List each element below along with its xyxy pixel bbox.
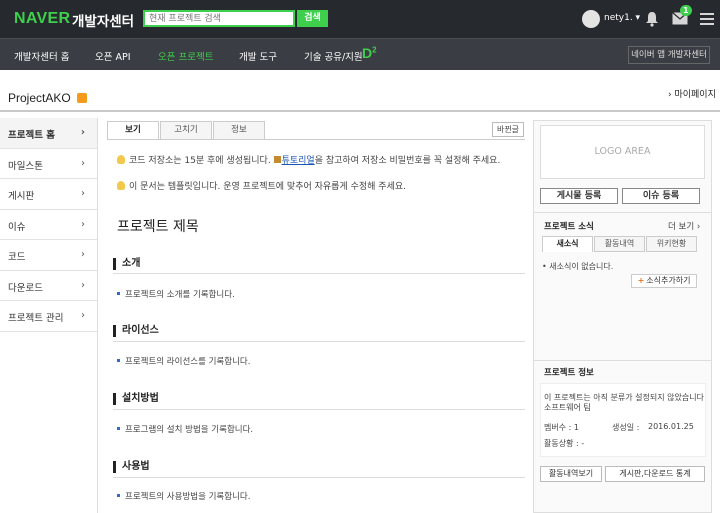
project-info-description: 이 프로젝트는 아직 분류가 설정되지 않았습니다 소프트웨어 팀	[544, 393, 704, 412]
section-heading-install: 설치방법	[113, 393, 159, 405]
search-input[interactable]	[143, 10, 295, 27]
tab-wiki-status[interactable]: 위키현황	[646, 236, 697, 252]
tab-news[interactable]: 새소식	[542, 236, 593, 252]
d2-logo[interactable]: D2	[362, 45, 377, 61]
sidebar-item-milestone[interactable]: 마일스톤 ›	[0, 149, 97, 179]
bell-icon[interactable]	[645, 11, 659, 27]
nav-open-api[interactable]: 오픈 API	[95, 49, 131, 63]
project-news-heading: 프로젝트 소식	[544, 222, 594, 232]
username-menu[interactable]: nety1. ▾	[604, 13, 640, 23]
add-news-button[interactable]: + 소식추가하기	[631, 274, 697, 288]
tutorial-icon	[273, 156, 281, 163]
section-heading-license: 라이선스	[113, 325, 159, 337]
section-heading-intro: 소개	[113, 258, 140, 270]
sidebar-item-label: 게시판	[8, 191, 35, 202]
tab-info[interactable]: 정보	[213, 121, 265, 139]
panel-divider	[534, 212, 711, 213]
notice-text: 이 문서는 템플릿입니다. 운영 프로젝트에 맞추어 자유롭게 수정해 주세요.	[129, 182, 407, 192]
no-news-text: • 새소식이 없습니다.	[542, 262, 614, 271]
sidebar-item-label: 다운로드	[8, 282, 43, 294]
mypage-label: 마이페이지	[674, 90, 716, 100]
project-title[interactable]: ProjectAKO	[8, 91, 71, 105]
sidebar-item-code[interactable]: 코드 ›	[0, 240, 97, 271]
developers-center-logo[interactable]: 개발자센터	[72, 10, 134, 30]
panel-divider	[534, 360, 711, 361]
section-divider	[113, 477, 525, 478]
sidebar-item-project-home[interactable]: 프로젝트 홈 ›	[0, 118, 97, 149]
top-bar: NAVER 개발자센터 검색 nety1. ▾ 1	[0, 0, 720, 38]
section-body-license: 프로젝트의 라이선스를 기록합니다.	[117, 355, 250, 367]
sidebar-item-project-admin[interactable]: 프로젝트 관리 ›	[0, 301, 97, 332]
section-divider	[113, 273, 525, 274]
lightbulb-icon	[117, 181, 125, 190]
more-news-label: 더 보기	[668, 222, 695, 232]
sidebar-item-label: 이슈	[8, 221, 26, 233]
username-label: nety1.	[604, 13, 633, 23]
plus-icon: +	[637, 276, 645, 285]
main-nav: 개발자센터 홈 오픈 API 오픈 프로젝트 개발 도구 기술 공유/지원 D2…	[0, 38, 720, 70]
nav-open-project[interactable]: 오픈 프로젝트	[158, 49, 213, 63]
sidebar-item-board[interactable]: 게시판 ›	[0, 179, 97, 210]
created-label: 생성일 :	[612, 423, 640, 432]
project-sidebar: 프로젝트 홈 › 마일스톤 › 게시판 › 이슈 › 코드 › 다운로드 › 프로젝트 관리…	[0, 118, 98, 513]
chevron-right-icon: ›	[80, 127, 85, 138]
section-body-install: 프로그램의 설치 방법을 기록합니다.	[117, 423, 253, 435]
notice-text: 코드 저장소는 15분 후에 생성됩니다.	[129, 156, 271, 166]
mypage-link[interactable]: › 마이페이지	[668, 87, 716, 100]
tabs-divider	[107, 139, 525, 140]
post-register-button[interactable]: 게시물 등록	[540, 188, 618, 204]
issue-register-button[interactable]: 이슈 등록	[622, 188, 700, 204]
section-divider	[113, 409, 525, 410]
naver-logo[interactable]: NAVER	[14, 10, 70, 28]
d2-logo-sup: 2	[372, 45, 377, 55]
sidebar-item-label: 마일스톤	[8, 160, 43, 172]
nav-tech-share[interactable]: 기술 공유/지원	[304, 49, 363, 63]
nav-developers-home[interactable]: 개발자센터 홈	[14, 49, 69, 63]
section-body-usage: 프로젝트의 사용방법을 기록합니다.	[117, 490, 250, 502]
section-body-intro: 프로젝트의 소개를 기록합니다.	[117, 288, 235, 300]
sidebar-item-label: 코드	[8, 252, 26, 263]
lightbulb-icon	[117, 155, 125, 164]
header-divider	[0, 110, 720, 112]
chevron-right-icon: ›	[81, 249, 85, 260]
notice-template: 이 문서는 템플릿입니다. 운영 프로젝트에 맞추어 자유롭게 수정해 주세요.	[117, 179, 406, 192]
chevron-right-icon: ›	[81, 310, 85, 321]
mail-count-badge: 1	[680, 5, 692, 16]
tab-edit[interactable]: 고치기	[160, 121, 212, 139]
sidebar-item-label: 프로젝트 홈	[8, 130, 56, 141]
tab-activity[interactable]: 활동내역	[594, 236, 645, 252]
chevron-right-icon: ›	[81, 188, 85, 199]
view-activity-button[interactable]: 활동내역보기	[540, 466, 602, 482]
sidebar-item-label: 프로젝트 관리	[8, 313, 64, 324]
section-heading-usage: 사용법	[113, 461, 150, 473]
more-news-link[interactable]: 더 보기 ›	[668, 220, 700, 232]
history-button[interactable]: 바뀐글	[492, 122, 524, 137]
section-divider	[113, 341, 525, 342]
project-logo-area: LOGO AREA	[540, 125, 705, 179]
activity-status: 활동상황 : -	[544, 439, 585, 448]
tutorial-link[interactable]: 튜토리얼	[282, 156, 315, 166]
tab-view[interactable]: 보기	[107, 121, 159, 140]
chevron-right-icon: ›	[81, 157, 85, 169]
project-info-heading: 프로젝트 정보	[544, 368, 594, 378]
chevron-right-icon: ›	[81, 218, 85, 230]
sidebar-item-issue[interactable]: 이슈 ›	[0, 210, 97, 240]
grid-menu-icon[interactable]	[700, 12, 714, 26]
notice-text: 을 참고하여 저장소 비밀번호를 꼭 설정해 주세요.	[314, 156, 501, 166]
rss-icon[interactable]	[77, 93, 87, 103]
created-date: 2016.01.25	[648, 422, 694, 431]
avatar[interactable]	[582, 10, 600, 28]
chevron-right-icon: ›	[81, 279, 85, 291]
board-download-stats-button[interactable]: 게시판,다운로드 통계	[605, 466, 705, 482]
search-button[interactable]: 검색	[297, 10, 328, 27]
sidebar-item-download[interactable]: 다운로드 ›	[0, 271, 97, 301]
members-count: 멤버수 : 1	[544, 423, 579, 432]
d2-logo-letter: D	[362, 45, 373, 61]
notice-repository: 코드 저장소는 15분 후에 생성됩니다. 튜토리얼을 참고하여 저장소 비밀번…	[117, 153, 500, 166]
naver-app-center-button[interactable]: 네이버 앱 개발자센터	[628, 46, 710, 64]
add-news-label: 소식추가하기	[646, 276, 691, 285]
no-news-label: 새소식이 없습니다.	[549, 262, 614, 271]
nav-dev-tools[interactable]: 개발 도구	[239, 49, 277, 63]
page-title: 프로젝트 제목	[117, 219, 199, 235]
